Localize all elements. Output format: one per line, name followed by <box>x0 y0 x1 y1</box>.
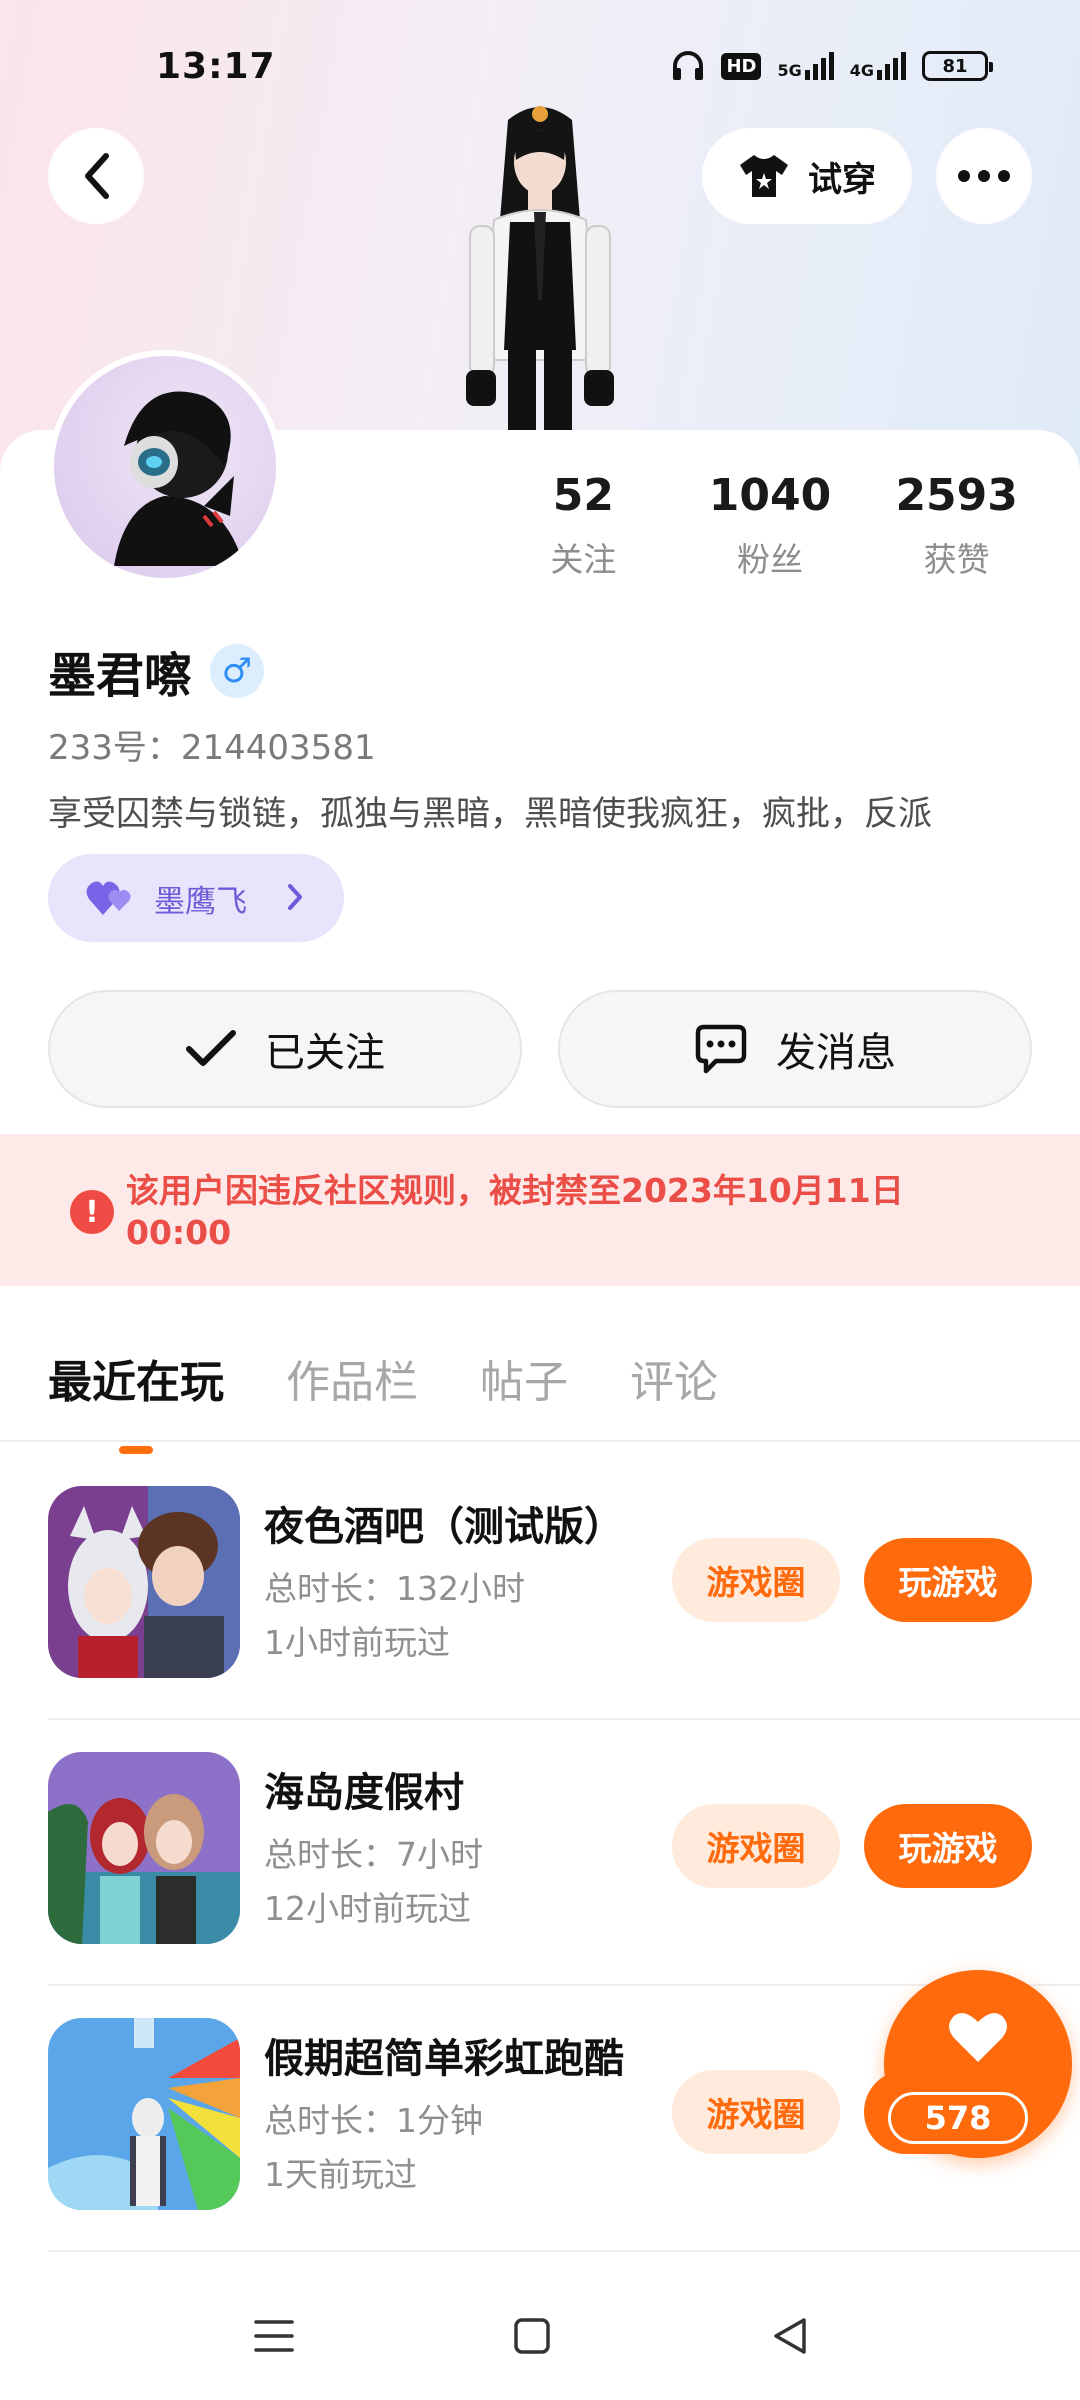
signal-5g-icon: 5G <box>777 52 834 80</box>
headphones-icon <box>671 50 705 82</box>
network-5g-label: 5G <box>777 61 802 80</box>
signal-4g-icon: 4G <box>850 52 906 80</box>
cp-relationship-chip[interactable]: 墨鹰飞 <box>48 854 344 942</box>
warning-icon: ! <box>70 1190 114 1234</box>
game-circle-button[interactable]: 游戏圈 <box>672 2070 840 2154</box>
status-icons: HD 5G 4G 81 <box>671 46 993 86</box>
stat-label: 粉丝 <box>737 540 803 579</box>
divider <box>48 2250 1080 2252</box>
tab-comments[interactable]: 评论 <box>630 1346 718 1410</box>
game-title: 夜色酒吧（测试版） <box>264 1504 624 1550</box>
user-bio: 享受囚禁与锁链，孤独与黑暗，黑暗使我疯狂，疯批，反派 <box>48 794 932 834</box>
game-duration: 总时长：7小时 <box>264 1835 483 1874</box>
following-button[interactable]: 已关注 <box>48 990 522 1108</box>
tshirt-icon <box>740 155 788 197</box>
game-title: 海岛度假村 <box>264 1770 464 1816</box>
game-list-item[interactable]: 夜色酒吧（测试版） 总时长：132小时 1小时前玩过 游戏圈 玩游戏 <box>0 1454 1080 1720</box>
ban-notice-text: 该用户因违反社区规则，被封禁至2023年10月11日 00:00 <box>126 1171 904 1252</box>
chevron-right-icon <box>288 884 302 910</box>
profile-tabs: 最近在玩 作品栏 帖子 评论 <box>48 1346 718 1454</box>
stat-number: 1040 <box>708 470 832 521</box>
game-list-item[interactable]: 海岛度假村 总时长：7小时 12小时前玩过 游戏圈 玩游戏 <box>0 1720 1080 1986</box>
stat-number: 52 <box>552 470 614 521</box>
hd-voice-icon: HD <box>721 52 762 80</box>
game-duration: 总时长：1分钟 <box>264 2101 483 2140</box>
game-last-played: 12小时前玩过 <box>264 1889 471 1928</box>
menu-icon[interactable] <box>254 2316 294 2356</box>
heart-icon <box>949 2013 1007 2062</box>
send-message-label: 发消息 <box>776 1030 896 1076</box>
more-options-button[interactable] <box>936 128 1032 224</box>
ban-notice-banner: ! 该用户因违反社区规则，被封禁至2023年10月11日 00:00 <box>0 1134 1080 1286</box>
tabs-divider <box>0 1440 1080 1442</box>
following-label: 已关注 <box>265 1030 385 1076</box>
game-duration: 总时长：132小时 <box>264 1569 525 1608</box>
home-square-icon[interactable] <box>512 2316 552 2356</box>
game-last-played: 1天前玩过 <box>264 2155 417 2194</box>
play-game-button[interactable]: 玩游戏 <box>864 1804 1032 1888</box>
network-4g-label: 4G <box>849 61 874 80</box>
check-icon <box>186 1030 236 1066</box>
back-button[interactable] <box>48 128 144 224</box>
username-row: 墨君嚓 ♂ <box>48 636 265 706</box>
tab-recently-played[interactable]: 最近在玩 <box>48 1346 224 1454</box>
battery-icon: 81 <box>922 51 993 81</box>
try-on-label: 试穿 <box>808 159 876 200</box>
system-navigation-bar <box>0 2272 1080 2400</box>
like-count: 578 <box>888 2092 1028 2144</box>
stat-followers[interactable]: 1040 粉丝 <box>677 470 864 581</box>
tab-works[interactable]: 作品栏 <box>286 1346 418 1410</box>
stat-likes[interactable]: 2593 获赞 <box>863 470 1050 581</box>
send-message-button[interactable]: 发消息 <box>558 990 1032 1108</box>
more-dots-icon <box>958 170 970 182</box>
game-circle-button[interactable]: 游戏圈 <box>672 1538 840 1622</box>
male-gender-icon: ♂ <box>210 644 265 698</box>
avatar-character-illustration <box>430 100 650 440</box>
cp-name: 墨鹰飞 <box>154 883 247 920</box>
game-thumbnail <box>48 2018 240 2210</box>
back-triangle-icon[interactable] <box>770 2316 810 2356</box>
back-arrow-icon <box>85 153 109 199</box>
tab-posts[interactable]: 帖子 <box>480 1346 568 1410</box>
play-game-button[interactable]: 玩游戏 <box>864 1538 1032 1622</box>
profile-stats: 52 关注 1040 粉丝 2593 获赞 <box>490 470 1050 581</box>
game-last-played: 1小时前玩过 <box>264 1623 450 1662</box>
user-id: 233号：214403581 <box>48 728 376 768</box>
game-thumbnail <box>48 1486 240 1678</box>
game-thumbnail <box>48 1752 240 1944</box>
username: 墨君嚓 <box>48 648 193 704</box>
status-time: 13:17 <box>156 46 276 87</box>
stat-following[interactable]: 52 关注 <box>490 470 677 581</box>
double-heart-icon <box>86 881 131 915</box>
chat-bubble-icon <box>695 1024 747 1074</box>
game-circle-button[interactable]: 游戏圈 <box>672 1804 840 1888</box>
stat-label: 关注 <box>550 540 617 579</box>
battery-level: 81 <box>942 55 968 77</box>
avatar[interactable] <box>48 350 282 584</box>
try-on-button[interactable]: 试穿 <box>702 128 912 224</box>
stat-label: 获赞 <box>923 540 990 579</box>
game-title: 假期超简单彩虹跑酷 <box>264 2036 624 2082</box>
stat-number: 2593 <box>895 470 1018 521</box>
